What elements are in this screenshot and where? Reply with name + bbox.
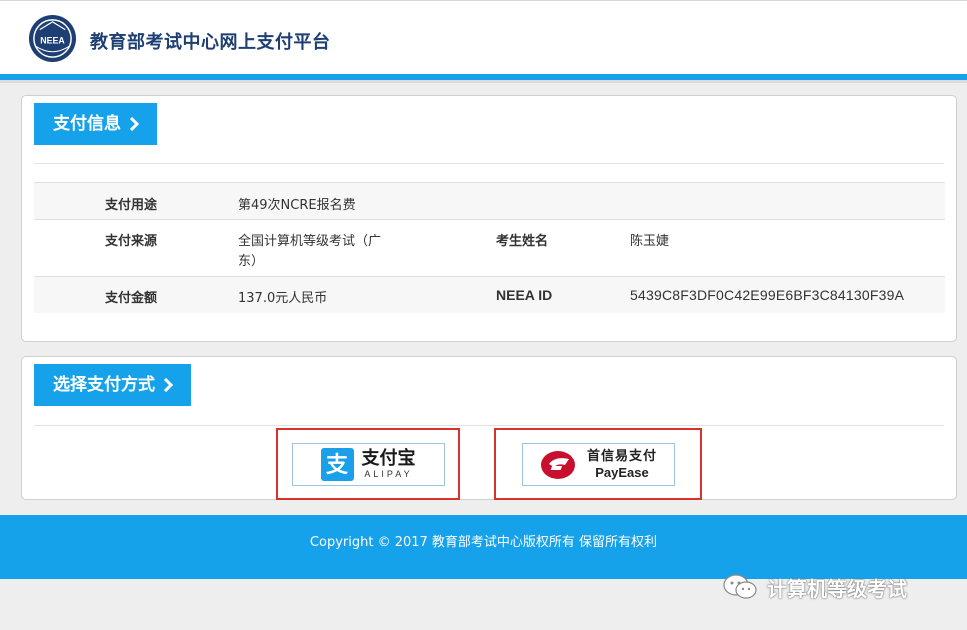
payment-method-panel: 选择支付方式 <box>21 356 957 500</box>
candidate-name-value: 陈玉婕 <box>630 234 670 249</box>
neea-id-value: 5439C8F3DF0C42E99E6BF3C84130F39A <box>630 287 905 303</box>
payment-method-heading: 选择支付方式 <box>34 364 191 406</box>
source-value-line1: 全国计算机等级考试（广 <box>238 234 382 249</box>
panel-divider <box>34 163 944 164</box>
table-row: 支付金额 137.0元人民币 NEEA ID 5439C8F3DF0C42E99… <box>34 276 945 313</box>
payease-icon <box>540 451 575 479</box>
alipay-name-cn: 支付宝 <box>361 447 416 469</box>
payment-info-table: 支付用途 第49次NCRE报名费 支付来源 全国计算机等级考试（广 东） 考生姓… <box>34 182 945 313</box>
payment-info-heading: 支付信息 <box>34 103 157 145</box>
chevron-right-icon <box>163 378 174 392</box>
payease-name-cn: 首信易支付 <box>586 448 657 464</box>
amount-value: 137.0元人民币 <box>238 291 328 306</box>
alipay-icon: 支 <box>320 447 354 481</box>
source-value: 全国计算机等级考试（广 东） <box>238 220 496 277</box>
alipay-name-en: ALIPAY <box>364 468 413 479</box>
payease-option[interactable]: 首信易支付 PayEase <box>494 428 702 500</box>
payment-info-heading-label: 支付信息 <box>53 114 121 134</box>
purpose-label: 支付用途 <box>105 198 158 213</box>
neea-logo[interactable]: NEEA <box>28 14 77 63</box>
table-row: 支付用途 第49次NCRE报名费 <box>34 182 945 220</box>
table-row: 支付来源 全国计算机等级考试（广 东） 考生姓名 陈玉婕 <box>34 219 945 277</box>
payease-name-en: PayEase <box>595 464 649 480</box>
site-title: 教育部考试中心网上支付平台 <box>90 32 331 53</box>
svg-text:支: 支 <box>326 453 349 477</box>
panel-divider <box>34 425 944 426</box>
source-label: 支付来源 <box>105 234 158 249</box>
copyright-text: Copyright © 2017 教育部考试中心版权所有 保留所有权利 <box>309 535 658 550</box>
payment-method-heading-label: 选择支付方式 <box>53 375 155 395</box>
alipay-button[interactable]: 支 支付宝 ALIPAY <box>291 442 445 486</box>
neea-id-label: NEEA ID <box>496 287 553 303</box>
alipay-option[interactable]: 支 支付宝 ALIPAY <box>276 428 460 500</box>
watermark-text: 计算机等级考试 <box>767 576 907 601</box>
purpose-value: 第49次NCRE报名费 <box>238 198 356 213</box>
watermark: 计算机等级考试 <box>721 570 907 604</box>
candidate-name-label: 考生姓名 <box>496 234 549 249</box>
site-header: NEEA 教育部考试中心网上支付平台 <box>0 0 967 83</box>
payment-info-panel: 支付信息 支付用途 第49次NCRE报名费 支付来源 全国计算机等级考试（广 东… <box>21 95 957 342</box>
header-shadow <box>0 80 967 83</box>
amount-label: 支付金额 <box>105 291 158 306</box>
source-value-line2: 东） <box>238 254 265 269</box>
payease-button[interactable]: 首信易支付 PayEase <box>521 442 675 486</box>
logo-text: NEEA <box>40 35 65 45</box>
wechat-icon <box>723 574 757 599</box>
chevron-right-icon <box>129 117 140 131</box>
